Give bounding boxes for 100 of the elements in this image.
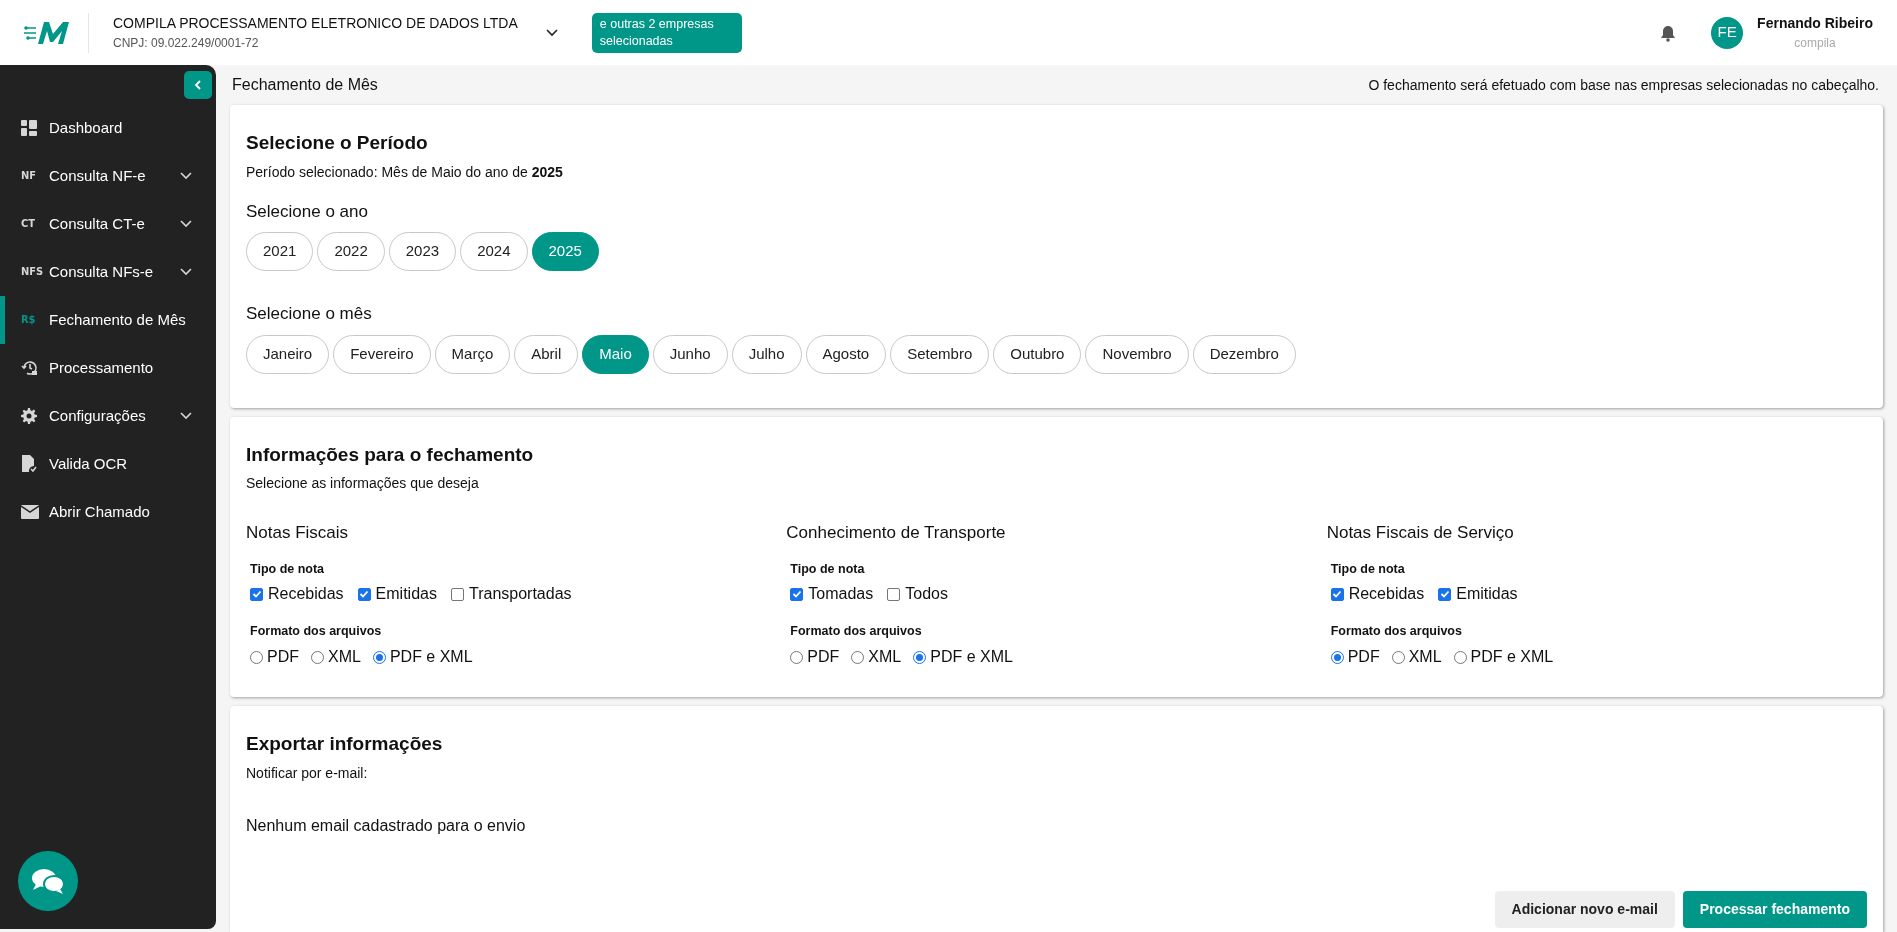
- checkbox-label: Transportadas: [468, 584, 572, 605]
- radio-label: PDF: [267, 647, 299, 667]
- document-check-icon: [21, 455, 37, 473]
- field-label: Formato dos arquivos: [790, 623, 923, 641]
- page-note: O fechamento será efetuado com base nas empresas selecionadas no cabeçalho.: [1368, 75, 1879, 95]
- month-option[interactable]: Novembro: [1085, 334, 1189, 374]
- year-option[interactable]: 2021: [246, 232, 314, 271]
- period-summary: Período selecionado: Mês de Maio do ano de 2025: [246, 162, 564, 182]
- company-name: COMPILA PROCESSAMENTO ELETRONICO DE DADOS LTDA: [113, 14, 518, 33]
- month-option[interactable]: Dezembro: [1192, 334, 1296, 374]
- month-option[interactable]: Junho: [652, 334, 728, 374]
- sidebar-label: Abrir Chamado: [49, 501, 151, 522]
- sidebar-label: Valida OCR: [49, 453, 129, 474]
- checkbox[interactable]: [887, 587, 901, 601]
- chat-button[interactable]: [18, 851, 78, 911]
- process-button[interactable]: Processar fechamento: [1682, 891, 1867, 928]
- field-label: Tipo de nota: [790, 560, 866, 578]
- radio-label: PDF: [1347, 647, 1380, 667]
- group-title: Conhecimento de Transporte: [786, 522, 1007, 544]
- gear-icon: [21, 408, 37, 424]
- sidebar-label: Consulta NFs-e: [49, 261, 155, 282]
- dashboard-icon: [21, 120, 37, 136]
- empty-message: Nenhum email cadastrado para o envio: [246, 815, 527, 836]
- sidebar-item[interactable]: R$ Fechamento de Mês: [0, 296, 216, 344]
- sidebar-label: Consulta CT-e: [49, 213, 146, 234]
- checkbox-label: Recebidas: [1348, 584, 1425, 605]
- field-label: Selecione o ano: [246, 200, 369, 223]
- month-option[interactable]: Setembro: [890, 334, 990, 374]
- month-option[interactable]: Janeiro: [246, 334, 330, 374]
- field-label: Tipo de nota: [1330, 560, 1406, 578]
- year-option[interactable]: 2025: [531, 232, 599, 271]
- section-title: Selecione o Período: [246, 131, 429, 155]
- month-option[interactable]: Julho: [731, 334, 802, 374]
- month-option[interactable]: Fevereiro: [333, 334, 431, 374]
- month-option[interactable]: Abril: [514, 334, 579, 374]
- sidebar-item[interactable]: CT Consulta CT-e: [0, 200, 216, 248]
- sidebar-label: Consulta NF-e: [49, 165, 147, 186]
- radio-label: PDF: [807, 647, 840, 667]
- sidebar-item[interactable]: Processamento: [0, 344, 216, 392]
- checkbox-label: Tomadas: [808, 584, 874, 605]
- checkbox[interactable]: [790, 587, 804, 601]
- sidebar-item[interactable]: NF Consulta NF-e: [0, 152, 216, 200]
- section-title: Informações para o fechamento: [246, 442, 535, 467]
- glyph-icon: NF: [21, 167, 43, 185]
- field-label: Formato dos arquivos: [1330, 623, 1463, 641]
- radio-label: PDF e XML: [1470, 647, 1554, 667]
- field-label: Selecione o mês: [246, 303, 373, 325]
- month-option[interactable]: Março: [434, 334, 511, 374]
- page-title: Fechamento de Mês: [232, 75, 378, 95]
- checkbox[interactable]: [450, 587, 464, 601]
- field-label: Formato dos arquivos: [250, 623, 383, 641]
- section-title: Exportar informações: [246, 732, 444, 756]
- group-title: Notas Fiscais de Serviço: [1326, 522, 1515, 544]
- bell-icon[interactable]: [1659, 23, 1678, 42]
- chat-bubbles-icon: [30, 866, 66, 896]
- sidebar-item[interactable]: NFS Consulta NFs-e: [0, 248, 216, 296]
- add-email-button[interactable]: Adicionar novo e-mail: [1494, 891, 1675, 928]
- month-option[interactable]: Maio: [582, 334, 649, 374]
- month-option[interactable]: Outubro: [993, 334, 1082, 374]
- checkbox[interactable]: [1438, 587, 1452, 601]
- companies-badge[interactable]: e outras 2 empresas selecionadas: [591, 12, 742, 53]
- checkbox-label: Todos: [905, 584, 948, 605]
- sidebar-label: Dashboard: [49, 117, 124, 138]
- sidebar-label: Fechamento de Mês: [49, 309, 187, 330]
- chevron-down-icon: [545, 28, 558, 37]
- collapse-button[interactable]: [184, 71, 212, 99]
- sidebar-label: Configurações: [49, 405, 147, 426]
- year-option[interactable]: 2023: [388, 232, 457, 271]
- group-title: Notas Fiscais: [246, 522, 350, 544]
- radio-label: PDF e XML: [930, 647, 1013, 667]
- month-option[interactable]: Agosto: [805, 334, 887, 374]
- chevron-left-icon: [194, 80, 202, 90]
- checkbox[interactable]: [1330, 587, 1344, 601]
- glyph-icon: CT: [21, 215, 43, 233]
- checkbox-label: Recebidas: [268, 584, 344, 605]
- sidebar-item[interactable]: Abrir Chamado: [0, 488, 216, 536]
- avatar[interactable]: FE: [1711, 16, 1744, 49]
- user-org: compila: [1794, 35, 1836, 52]
- radio-label: XML: [328, 647, 361, 667]
- radio-label: XML: [1408, 647, 1442, 667]
- checkbox[interactable]: [250, 587, 263, 601]
- sidebar-item[interactable]: Dashboard: [0, 104, 216, 152]
- radio-label: PDF e XML: [389, 647, 473, 667]
- glyph-icon: NFS: [21, 263, 43, 281]
- checkbox-label: Emitidas: [375, 584, 437, 605]
- mail-icon: [21, 505, 39, 519]
- section-subtitle: Selecione as informações que deseja: [246, 474, 480, 493]
- sidebar-item[interactable]: Valida OCR: [0, 440, 216, 488]
- glyph-icon: R$: [21, 311, 43, 329]
- notify-label: Notificar por e-mail:: [246, 763, 369, 783]
- sidebar-label: Processamento: [49, 357, 155, 378]
- history-icon: [21, 359, 39, 377]
- field-label: Tipo de nota: [250, 560, 326, 578]
- checkbox[interactable]: [357, 587, 371, 601]
- user-name: Fernando Ribeiro: [1757, 14, 1873, 33]
- year-option[interactable]: 2024: [460, 232, 528, 271]
- radio-label: XML: [868, 647, 902, 667]
- checkbox-label: Emitidas: [1456, 584, 1518, 605]
- year-option[interactable]: 2022: [317, 232, 385, 271]
- sidebar-item[interactable]: Configurações: [0, 392, 216, 440]
